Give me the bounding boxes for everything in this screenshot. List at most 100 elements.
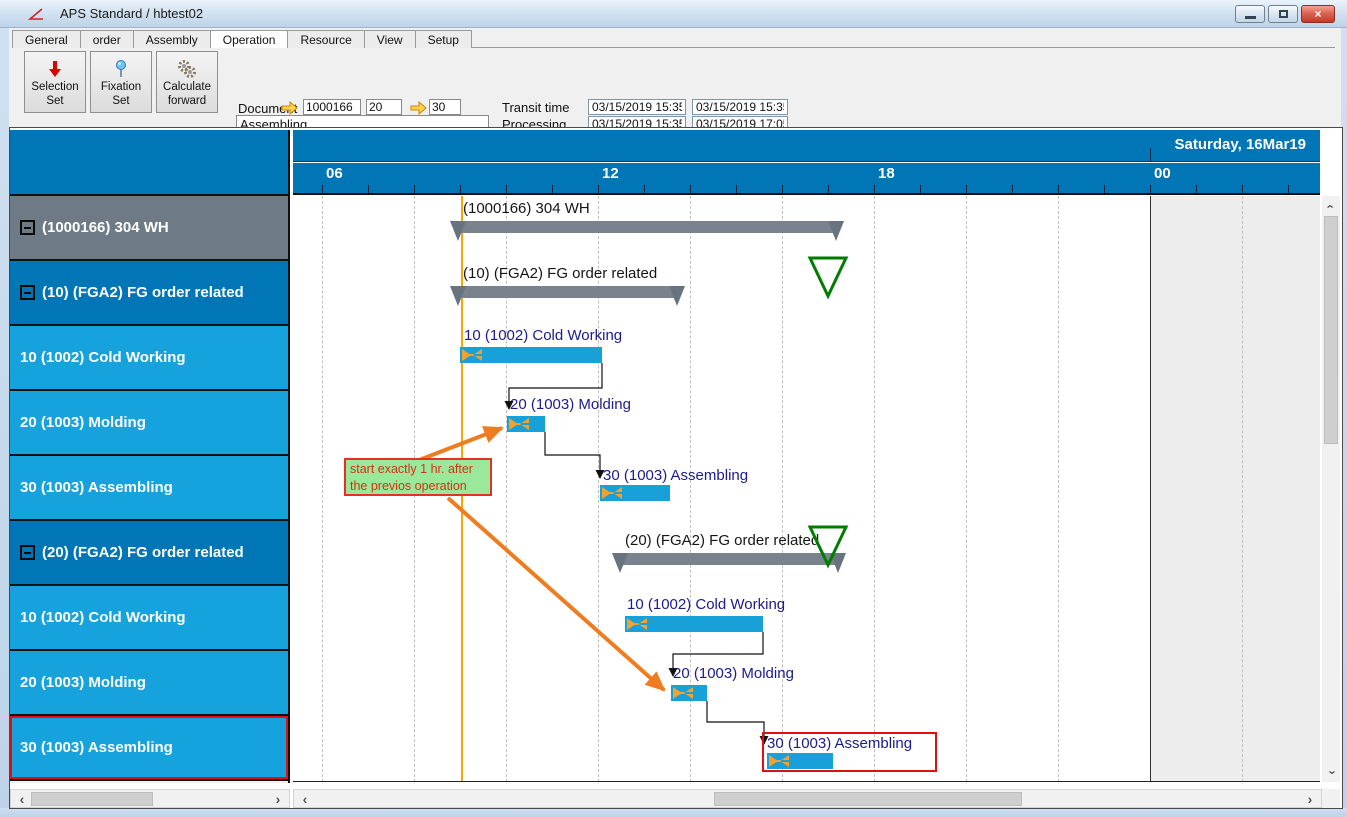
tab-general[interactable]: General — [12, 30, 81, 48]
sidebar-row-4[interactable]: 30 (1003) Assembling — [10, 456, 288, 521]
bowtie-marker-icon — [509, 418, 529, 430]
transit-time-from-input[interactable] — [588, 99, 686, 115]
hour-label-06: 06 — [326, 165, 343, 182]
tab-view[interactable]: View — [364, 30, 416, 48]
sidebar-row-6[interactable]: 10 (1002) Cold Working — [10, 586, 288, 651]
tab-assembly[interactable]: Assembly — [133, 30, 211, 48]
sidebar-row-label: 20 (1003) Molding — [20, 674, 146, 691]
sidebar-row-0[interactable]: (1000166) 304 WH — [10, 196, 288, 261]
hour-label-12: 12 — [602, 165, 619, 182]
hour-tick — [1012, 185, 1013, 193]
gears-icon — [176, 58, 198, 80]
annotation-arrow — [448, 498, 664, 690]
hour-tick — [1242, 185, 1243, 193]
chart-vscroll-thumb[interactable] — [1324, 216, 1338, 444]
document-number-input[interactable] — [303, 99, 361, 115]
transit-time-to-input[interactable] — [692, 99, 788, 115]
red-down-arrow-icon — [45, 58, 65, 80]
chart-hour-band: 06121800 — [293, 163, 1320, 195]
hour-tick — [644, 185, 645, 193]
hour-tick — [1058, 185, 1059, 193]
chart-hscrollbar[interactable]: ‹ › — [293, 789, 1322, 808]
hour-tick — [1196, 185, 1197, 193]
hour-tick — [322, 185, 323, 193]
hour-tick — [460, 185, 461, 193]
milestone-triangle-icon — [810, 258, 846, 296]
selection-set-button[interactable]: SelectionSet — [24, 51, 86, 113]
sidebar-row-label: 10 (1002) Cold Working — [20, 349, 186, 366]
sidebar-row-3[interactable]: 20 (1003) Molding — [10, 391, 288, 456]
tab-bar: GeneralorderAssemblyOperationResourceVie… — [12, 30, 1335, 48]
window-border-left — [0, 28, 9, 808]
operation-to-input[interactable] — [429, 99, 461, 115]
hour-tick — [874, 185, 875, 193]
hour-tick — [414, 185, 415, 193]
calculate-forward-button[interactable]: Calculateforward — [156, 51, 218, 113]
hour-tick — [690, 185, 691, 193]
button-label: Set — [46, 94, 63, 108]
button-label: Selection — [31, 80, 78, 94]
dependency-connector — [509, 363, 602, 409]
chart-vscrollbar[interactable]: ‹ ‹ — [1322, 196, 1340, 782]
tab-operation[interactable]: Operation — [210, 30, 289, 48]
scroll-down-icon[interactable]: ‹ — [1322, 764, 1340, 780]
close-icon: × — [1314, 7, 1321, 21]
gantt-sidebar: (1000166) 304 WH (10) (FGA2) FG order rel… — [10, 130, 290, 783]
hour-tick — [966, 185, 967, 193]
bowtie-marker-icon — [602, 487, 622, 499]
sidebar-header — [10, 130, 288, 196]
scroll-left-icon[interactable]: ‹ — [13, 790, 31, 808]
operation-from-input[interactable] — [366, 99, 402, 115]
sidebar-row-5[interactable]: (20) (FGA2) FG order related — [10, 521, 288, 586]
sidebar-row-2[interactable]: 10 (1002) Cold Working — [10, 326, 288, 391]
sidebar-row-1[interactable]: (10) (FGA2) FG order related — [10, 261, 288, 326]
scroll-left-icon[interactable]: ‹ — [296, 790, 314, 808]
dependency-connector — [545, 432, 600, 478]
minus-glyph — [24, 227, 31, 229]
summary-end-triangle — [450, 221, 466, 241]
tab-resource[interactable]: Resource — [287, 30, 364, 48]
button-label: Set — [112, 94, 129, 108]
scroll-up-icon[interactable]: ‹ — [1322, 198, 1340, 214]
bowtie-marker-icon — [627, 618, 647, 630]
scroll-right-icon[interactable]: › — [269, 790, 287, 808]
time-label-transit-time: Transit time — [502, 100, 569, 115]
bowtie-marker-icon — [673, 687, 693, 699]
sidebar-row-label: 10 (1002) Cold Working — [20, 609, 186, 626]
collapse-toggle-icon[interactable] — [20, 220, 35, 235]
chart-hscroll-thumb[interactable] — [714, 792, 1022, 806]
window-title: APS Standard / hbtest02 — [60, 6, 203, 21]
bowtie-marker-icon — [462, 349, 482, 361]
title-bar[interactable]: APS Standard / hbtest02 × — [0, 0, 1347, 28]
close-button[interactable]: × — [1301, 5, 1335, 23]
minimize-button[interactable] — [1235, 5, 1265, 23]
tab-setup[interactable]: Setup — [415, 30, 472, 48]
sidebar-row-label: 30 (1003) Assembling — [20, 739, 173, 756]
maximize-button[interactable] — [1268, 5, 1298, 23]
hour-tick — [736, 185, 737, 193]
minimize-icon — [1245, 16, 1256, 19]
sidebar-row-7[interactable]: 20 (1003) Molding — [10, 651, 288, 716]
sidebar-row-label: (20) (FGA2) FG order related — [42, 544, 244, 561]
fixation-set-button[interactable]: FixationSet — [90, 51, 152, 113]
hour-tick — [1288, 185, 1289, 193]
summary-end-triangle — [612, 553, 628, 573]
sidebar-row-label: (1000166) 304 WH — [42, 219, 169, 236]
sidebar-hscroll-thumb[interactable] — [31, 792, 153, 806]
scrollbar-corner — [1322, 789, 1340, 808]
sidebar-row-8[interactable]: 30 (1003) Assembling — [10, 716, 288, 781]
hour-tick — [598, 185, 599, 193]
tab-order[interactable]: order — [80, 30, 134, 48]
date-label: Saturday, 16Mar19 — [1175, 136, 1306, 153]
maximize-icon — [1279, 10, 1288, 18]
hour-tick — [368, 185, 369, 193]
collapse-toggle-icon[interactable] — [20, 545, 35, 560]
sidebar-hscrollbar[interactable]: ‹ › — [10, 789, 290, 808]
minus-glyph — [24, 292, 31, 294]
collapse-toggle-icon[interactable] — [20, 285, 35, 300]
annotation-line: the previos operation — [350, 478, 486, 495]
annotation-box: start exactly 1 hr. afterthe previos ope… — [344, 458, 492, 496]
scroll-right-icon[interactable]: › — [1301, 790, 1319, 808]
hour-tick — [920, 185, 921, 193]
gantt-chart-body: (1000166) 304 WH(10) (FGA2) FG order rel… — [293, 196, 1320, 782]
